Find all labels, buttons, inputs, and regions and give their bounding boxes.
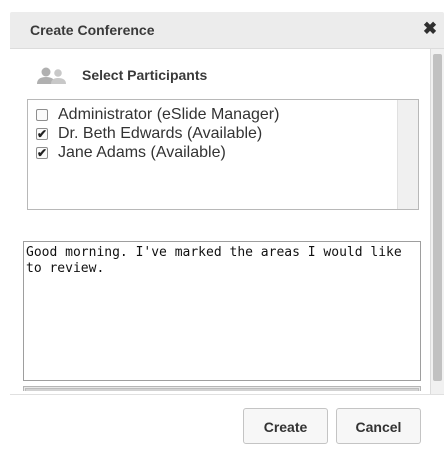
- footer-divider: [10, 394, 444, 395]
- participants-list: Administrator (eSlide Manager) ✔ Dr. Bet…: [27, 99, 419, 210]
- create-conference-dialog: Create Conference ✖ Select Participants …: [10, 12, 444, 452]
- close-icon[interactable]: ✖: [420, 19, 440, 39]
- horizontal-scrollbar-thumb[interactable]: [25, 388, 419, 391]
- message-textarea[interactable]: Good morning. I've marked the areas I wo…: [23, 241, 421, 381]
- dialog-title: Create Conference: [30, 22, 155, 38]
- participant-checkbox[interactable]: ✔: [36, 127, 48, 141]
- participant-label: Administrator (eSlide Manager): [58, 106, 280, 123]
- users-icon: [37, 67, 66, 84]
- cancel-button[interactable]: Cancel: [336, 408, 421, 444]
- horizontal-scrollbar[interactable]: [23, 386, 421, 391]
- vertical-scrollbar[interactable]: [430, 49, 444, 394]
- participant-checkbox[interactable]: ✔: [36, 146, 48, 160]
- checkmark-icon: ✔: [37, 127, 48, 141]
- dialog-content: Select Participants Administrator (eSlid…: [10, 49, 430, 391]
- participants-scrollbar[interactable]: [397, 100, 418, 209]
- checkmark-icon: ✔: [37, 146, 48, 160]
- create-button[interactable]: Create: [243, 408, 328, 444]
- select-participants-label: Select Participants: [82, 67, 208, 83]
- vertical-scrollbar-thumb[interactable]: [433, 54, 442, 381]
- dialog-title-bar: Create Conference ✖: [10, 12, 444, 49]
- participant-label: Dr. Beth Edwards (Available): [58, 125, 263, 142]
- participant-label: Jane Adams (Available): [58, 144, 226, 161]
- participant-checkbox[interactable]: [36, 109, 48, 121]
